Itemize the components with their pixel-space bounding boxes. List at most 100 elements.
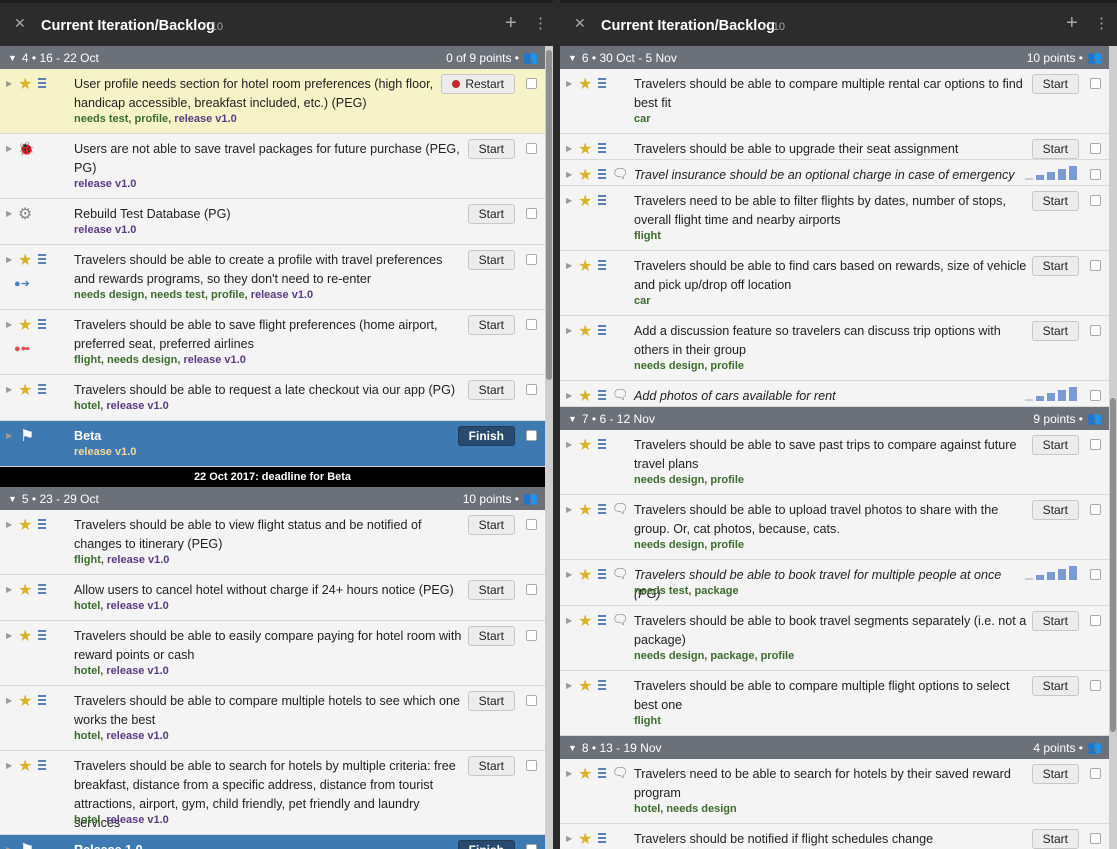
label-profile[interactable]: profile	[710, 360, 744, 372]
label-needs-design[interactable]: needs design	[634, 650, 704, 662]
caret-right-icon[interactable]: ▶	[566, 440, 572, 449]
more-menu-icon[interactable]: ⋮	[1094, 14, 1109, 32]
release-marker[interactable]: ▶ ⚑ Beta release v1.0 Finish	[0, 421, 545, 467]
start-button[interactable]: Start	[467, 204, 515, 224]
scrollbar-thumb[interactable]	[546, 50, 552, 380]
start-button[interactable]: Start	[467, 380, 515, 400]
label-needs-design[interactable]: needs design	[666, 803, 736, 815]
estimate-picker[interactable]	[1025, 566, 1077, 580]
start-button[interactable]: Start	[1031, 191, 1079, 211]
iteration-header[interactable]: ▼ 7 • 6 - 12 Nov 9 points • 👥	[560, 407, 1109, 430]
start-button[interactable]: Start	[1031, 256, 1079, 276]
story-title[interactable]: Rebuild Test Database (PG)	[74, 205, 463, 224]
estimate-bar[interactable]	[1069, 387, 1077, 401]
caret-right-icon[interactable]: ▶	[566, 79, 572, 88]
story-title[interactable]: Travelers should be able to compare mult…	[634, 677, 1027, 715]
estimate-bar[interactable]	[1036, 396, 1044, 401]
label-profile[interactable]: profile	[135, 113, 169, 125]
start-button[interactable]: Start	[1031, 74, 1079, 94]
story-title[interactable]: Users are not able to save travel packag…	[74, 140, 463, 178]
story-title[interactable]: Add photos of cars available for rent	[634, 387, 1027, 406]
select-checkbox[interactable]	[526, 319, 537, 330]
label-needs-design[interactable]: needs design	[74, 289, 144, 301]
story-row[interactable]: ▶ ★ Travelers should be able to compare mu…	[0, 686, 545, 751]
select-checkbox[interactable]	[1090, 169, 1101, 180]
start-button[interactable]: Start	[1031, 676, 1079, 696]
add-story-icon[interactable]: +	[505, 12, 517, 35]
story-title[interactable]: Travelers need to be able to filter flig…	[634, 192, 1027, 230]
story-title[interactable]: Travelers should be able to upgrade thei…	[634, 140, 1027, 159]
start-button[interactable]: Start	[1031, 611, 1079, 631]
select-checkbox[interactable]	[1090, 260, 1101, 271]
scrollbar[interactable]	[545, 46, 553, 849]
select-checkbox[interactable]	[1090, 439, 1101, 450]
iteration-header[interactable]: ▼ 4 • 16 - 22 Oct 0 of 9 points • 👥	[0, 46, 545, 69]
label-flight[interactable]: flight	[634, 715, 661, 727]
close-icon[interactable]: ✕	[574, 15, 586, 32]
caret-right-icon[interactable]: ▶	[6, 144, 12, 153]
close-icon[interactable]: ✕	[14, 15, 26, 32]
estimate-picker[interactable]	[1025, 387, 1077, 401]
start-button[interactable]: Start	[467, 756, 515, 776]
people-icon[interactable]: 👥	[1087, 50, 1102, 64]
caret-right-icon[interactable]: ▶	[6, 761, 12, 770]
story-title[interactable]: Travelers should be able to view flight …	[74, 516, 463, 554]
story-title[interactable]: Travelers should be able to create a pro…	[74, 251, 463, 289]
select-checkbox[interactable]	[1090, 615, 1101, 626]
estimate-bar[interactable]	[1047, 172, 1055, 180]
select-checkbox[interactable]	[526, 844, 537, 849]
label-needs-test[interactable]: needs test	[634, 585, 688, 597]
scrollbar[interactable]	[1109, 46, 1117, 849]
select-checkbox[interactable]	[1090, 195, 1101, 206]
label-hotel[interactable]: hotel	[74, 665, 100, 677]
caret-right-icon[interactable]: ▶	[6, 585, 12, 594]
label-car[interactable]: car	[634, 295, 651, 307]
select-checkbox[interactable]	[526, 695, 537, 706]
caret-right-icon[interactable]: ▶	[566, 616, 572, 625]
story-title[interactable]: Travelers should be able to request a la…	[74, 381, 463, 400]
label-release-v1-0[interactable]: release v1.0	[106, 665, 168, 677]
caret-right-icon[interactable]: ▶	[566, 681, 572, 690]
caret-right-icon[interactable]: ▶	[566, 391, 572, 400]
story-title[interactable]: Travelers should be notified if flight s…	[634, 830, 1027, 849]
people-icon[interactable]: 👥	[523, 491, 538, 505]
caret-right-icon[interactable]: ▶	[566, 505, 572, 514]
estimate-bar[interactable]	[1025, 399, 1033, 401]
select-checkbox[interactable]	[526, 78, 537, 89]
label-needs-test[interactable]: needs test	[150, 289, 204, 301]
select-checkbox[interactable]	[526, 584, 537, 595]
release-marker[interactable]: ▶ ⚑ Release 1.0Finish	[0, 835, 545, 849]
estimate-bar[interactable]	[1036, 175, 1044, 180]
label-package[interactable]: package	[710, 650, 754, 662]
start-button[interactable]: Start	[1031, 139, 1079, 159]
start-button[interactable]: Start	[1031, 321, 1079, 341]
caret-down-icon[interactable]: ▼	[568, 53, 577, 63]
label-release-v1-0[interactable]: release v1.0	[74, 224, 136, 236]
select-checkbox[interactable]	[526, 208, 537, 219]
caret-right-icon[interactable]: ▶	[566, 570, 572, 579]
label-package[interactable]: package	[695, 585, 739, 597]
story-row[interactable]: ▶ ★ Add a discussion feature so travelers …	[560, 316, 1109, 381]
story-title[interactable]: Travelers should be able to save flight …	[74, 316, 463, 354]
scrollbar-thumb[interactable]	[1110, 398, 1116, 732]
story-row[interactable]: ▶ ★ Travelers should be able to easily com…	[0, 621, 545, 686]
story-row[interactable]: ▶ ★ Allow users to cancel hotel without ch…	[0, 575, 545, 621]
select-checkbox[interactable]	[1090, 78, 1101, 89]
finish-button[interactable]: Finish	[457, 426, 515, 446]
caret-down-icon[interactable]: ▼	[568, 414, 577, 424]
select-checkbox[interactable]	[526, 760, 537, 771]
label-flight[interactable]: flight	[634, 230, 661, 242]
estimate-bar[interactable]	[1025, 578, 1033, 580]
select-checkbox[interactable]	[526, 143, 537, 154]
select-checkbox[interactable]	[1090, 680, 1101, 691]
story-row[interactable]: ▶ ★ 🗨 Travelers should be able to book trav…	[560, 560, 1109, 606]
caret-right-icon[interactable]: ▶	[566, 261, 572, 270]
start-button[interactable]: Start	[467, 580, 515, 600]
story-title[interactable]: User profile needs section for hotel roo…	[74, 75, 463, 113]
story-title[interactable]: Travelers should be able to book travel …	[634, 612, 1027, 650]
story-row[interactable]: ▶ ★ Travelers should be able to find cars …	[560, 251, 1109, 316]
select-checkbox[interactable]	[1090, 569, 1101, 580]
story-row[interactable]: ▶ ★ 🗨 Add photos of cars available for rent	[560, 381, 1109, 407]
add-story-icon[interactable]: +	[1066, 12, 1078, 35]
caret-right-icon[interactable]: ▶	[566, 144, 572, 153]
